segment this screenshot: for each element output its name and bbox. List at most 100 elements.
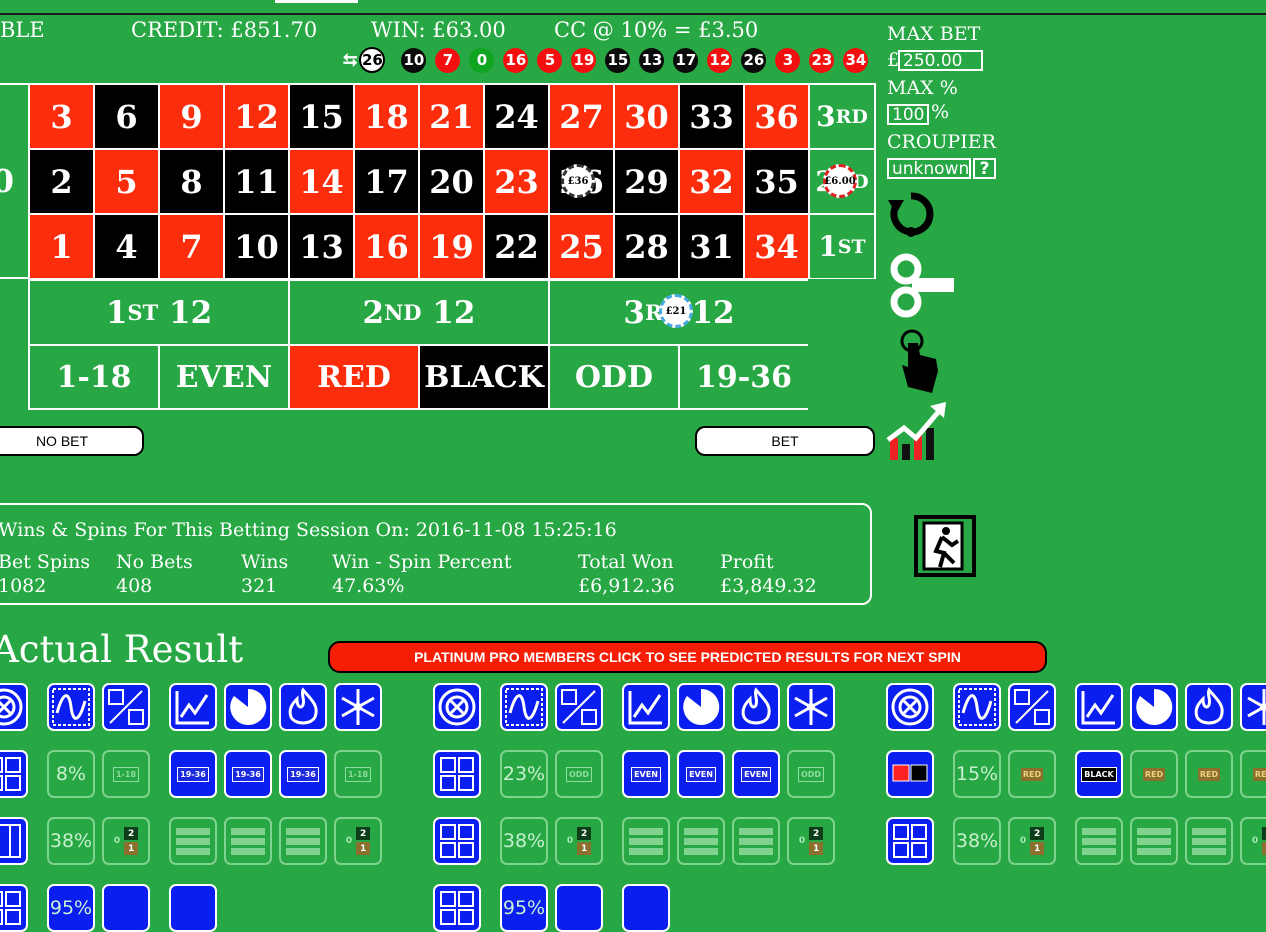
- quad-icon[interactable]: [433, 884, 481, 932]
- bet-tile[interactable]: BLACK: [1075, 750, 1123, 798]
- fire-icon[interactable]: [732, 683, 780, 731]
- bet-tile[interactable]: ODD: [555, 750, 603, 798]
- number-cell-12[interactable]: 12: [223, 83, 290, 150]
- max-pct-input[interactable]: 100: [887, 104, 929, 125]
- even-bet-19-36[interactable]: 19-36: [678, 344, 810, 410]
- number-cell-35[interactable]: 35: [743, 148, 810, 215]
- percent-tile[interactable]: 38%: [953, 817, 1001, 865]
- chip-on-3rd-dozen[interactable]: £21: [659, 294, 693, 328]
- column-bet-3[interactable]: 3 RD: [808, 83, 876, 150]
- bars-tile[interactable]: [1075, 817, 1123, 865]
- number-cell-32[interactable]: 32: [678, 148, 745, 215]
- strip-tile[interactable]: [169, 884, 217, 932]
- no-bet-button[interactable]: NO BET: [0, 426, 144, 456]
- number-cell-19[interactable]: 19: [418, 213, 485, 280]
- number-cell-13[interactable]: 13: [288, 213, 355, 280]
- number-cell-22[interactable]: 22: [483, 213, 550, 280]
- even-bet-even[interactable]: EVEN: [158, 344, 290, 410]
- trend-icon[interactable]: [1075, 683, 1123, 731]
- number-cell-33[interactable]: 33: [678, 83, 745, 150]
- number-cell-11[interactable]: 11: [223, 148, 290, 215]
- mini-grid-tile[interactable]: 021: [1008, 817, 1056, 865]
- wind-key-icon[interactable]: [886, 252, 956, 318]
- number-cell-30[interactable]: 30: [613, 83, 680, 150]
- bet-tile[interactable]: EVEN: [677, 750, 725, 798]
- chip-on-26[interactable]: £36: [561, 164, 595, 198]
- percent-tile[interactable]: 8%: [47, 750, 95, 798]
- number-cell-15[interactable]: 15: [288, 83, 355, 150]
- wave-icon[interactable]: [47, 683, 95, 731]
- number-cell-8[interactable]: 8: [158, 148, 225, 215]
- touch-hand-icon[interactable]: [898, 327, 942, 397]
- number-cell-10[interactable]: 10: [223, 213, 290, 280]
- trend-icon[interactable]: [169, 683, 217, 731]
- bet-tile[interactable]: RED: [1008, 750, 1056, 798]
- fire-icon[interactable]: [279, 683, 327, 731]
- even-bet-odd[interactable]: ODD: [548, 344, 680, 410]
- number-cell-17[interactable]: 17: [353, 148, 420, 215]
- column-icon[interactable]: [0, 817, 28, 865]
- number-cell-23[interactable]: 23: [483, 148, 550, 215]
- number-cell-1[interactable]: 1: [28, 213, 95, 280]
- pie-icon[interactable]: [224, 683, 272, 731]
- quad-icon[interactable]: [433, 817, 481, 865]
- number-cell-9[interactable]: 9: [158, 83, 225, 150]
- bet-tile[interactable]: ODD: [787, 750, 835, 798]
- number-cell-4[interactable]: 4: [93, 213, 160, 280]
- quad-icon[interactable]: [433, 750, 481, 798]
- strip-tile[interactable]: [555, 884, 603, 932]
- bet-tile[interactable]: 1-18: [102, 750, 150, 798]
- refresh-icon[interactable]: [886, 190, 936, 240]
- split-icon[interactable]: [102, 683, 150, 731]
- number-cell-3[interactable]: 3: [28, 83, 95, 150]
- percent-tile[interactable]: 38%: [47, 817, 95, 865]
- mini-grid-tile[interactable]: 021: [1240, 817, 1266, 865]
- bars-tile[interactable]: [1130, 817, 1178, 865]
- red-black-icon[interactable]: [886, 750, 934, 798]
- bet-tile[interactable]: 19-36: [279, 750, 327, 798]
- bars-tile[interactable]: [677, 817, 725, 865]
- number-cell-21[interactable]: 21: [418, 83, 485, 150]
- bet-tile[interactable]: 19-36: [224, 750, 272, 798]
- number-cell-20[interactable]: 20: [418, 148, 485, 215]
- help-button[interactable]: ?: [973, 158, 996, 179]
- bet-tile[interactable]: EVEN: [732, 750, 780, 798]
- number-cell-24[interactable]: 24: [483, 83, 550, 150]
- mini-grid-tile[interactable]: 021: [555, 817, 603, 865]
- number-cell-16[interactable]: 16: [353, 213, 420, 280]
- percent-tile[interactable]: 95%: [500, 884, 548, 932]
- predicted-results-button[interactable]: PLATINUM PRO MEMBERS CLICK TO SEE PREDIC…: [328, 641, 1047, 673]
- percent-tile[interactable]: 23%: [500, 750, 548, 798]
- even-bet-black[interactable]: BLACK: [418, 344, 550, 410]
- dozen-bet-2[interactable]: 2 ND 12: [288, 279, 550, 346]
- mini-grid-tile[interactable]: 021: [334, 817, 382, 865]
- bet-tile[interactable]: RED: [1130, 750, 1178, 798]
- bars-tile[interactable]: [224, 817, 272, 865]
- bars-tile[interactable]: [279, 817, 327, 865]
- strip-tile[interactable]: [102, 884, 150, 932]
- snowflake-icon[interactable]: [1240, 683, 1266, 731]
- number-cell-27[interactable]: 27: [548, 83, 615, 150]
- dozen-bet-1[interactable]: 1 ST 12: [28, 279, 290, 346]
- fire-icon[interactable]: [1185, 683, 1233, 731]
- number-cell-34[interactable]: 34: [743, 213, 810, 280]
- pie-icon[interactable]: [1130, 683, 1178, 731]
- mini-grid-tile[interactable]: 021: [787, 817, 835, 865]
- bet-tile[interactable]: RED: [1185, 750, 1233, 798]
- trend-icon[interactable]: [622, 683, 670, 731]
- bars-tile[interactable]: [622, 817, 670, 865]
- pie-icon[interactable]: [677, 683, 725, 731]
- wheel-icon[interactable]: [886, 683, 934, 731]
- number-cell-6[interactable]: 6: [93, 83, 160, 150]
- quad-icon[interactable]: [0, 750, 28, 798]
- quad-icon[interactable]: [886, 817, 934, 865]
- bars-tile[interactable]: [1185, 817, 1233, 865]
- bet-tile[interactable]: 1-18: [334, 750, 382, 798]
- number-cell-18[interactable]: 18: [353, 83, 420, 150]
- quad-icon[interactable]: [0, 884, 28, 932]
- number-cell-2[interactable]: 2: [28, 148, 95, 215]
- chip-on-2nd-column[interactable]: £6.00: [823, 164, 857, 198]
- number-cell-14[interactable]: 14: [288, 148, 355, 215]
- number-cell-28[interactable]: 28: [613, 213, 680, 280]
- mini-grid-tile[interactable]: 021: [102, 817, 150, 865]
